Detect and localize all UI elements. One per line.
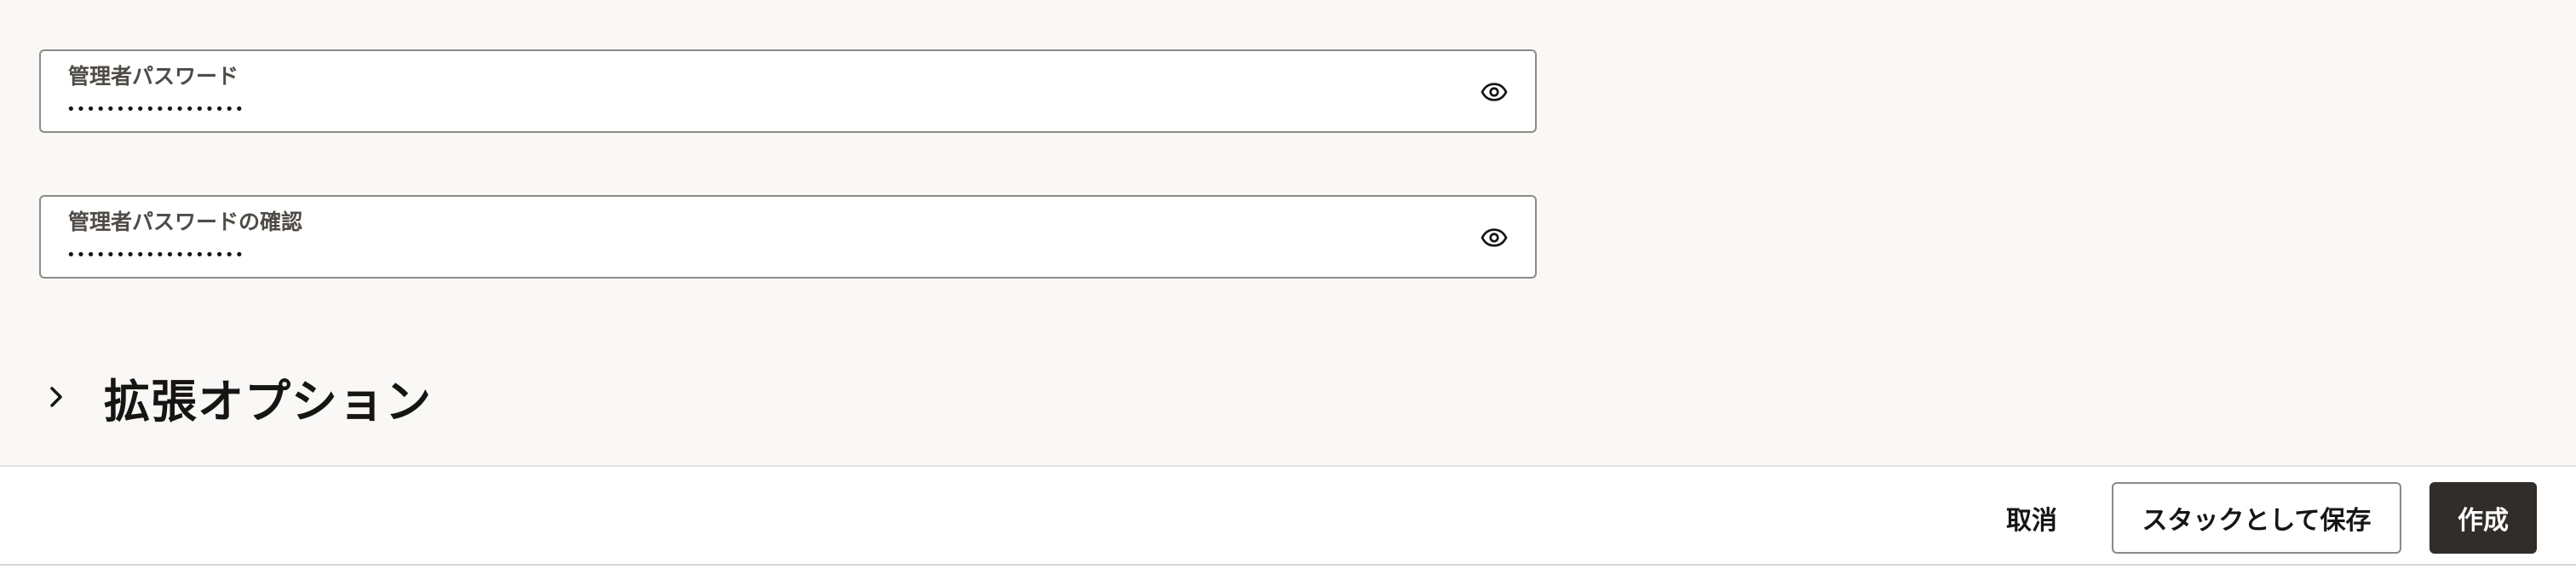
eye-icon[interactable] — [1479, 77, 1509, 107]
admin-password-input[interactable] — [66, 94, 1395, 124]
advanced-options-header[interactable]: 拡張オプション — [39, 365, 432, 429]
admin-password-confirm-field[interactable]: 管理者パスワードの確認 — [39, 195, 1537, 279]
cancel-button[interactable]: 取消 — [1985, 482, 2079, 554]
save-as-stack-button[interactable]: スタックとして保存 — [2112, 482, 2401, 554]
advanced-options-title: 拡張オプション — [104, 374, 432, 428]
admin-password-confirm-input[interactable] — [66, 239, 1395, 270]
admin-password-label: 管理者パスワード — [68, 64, 239, 89]
create-button[interactable]: 作成 — [2429, 482, 2537, 554]
footer-action-bar: 取消 スタックとして保存 作成 — [0, 465, 2576, 566]
form-panel: 管理者パスワード 管理者パスワードの確認 拡張オプション — [0, 0, 2576, 465]
eye-icon[interactable] — [1479, 222, 1509, 253]
chevron-right-icon[interactable] — [39, 380, 73, 414]
admin-password-field[interactable]: 管理者パスワード — [39, 49, 1537, 133]
admin-password-confirm-label: 管理者パスワードの確認 — [68, 210, 303, 234]
